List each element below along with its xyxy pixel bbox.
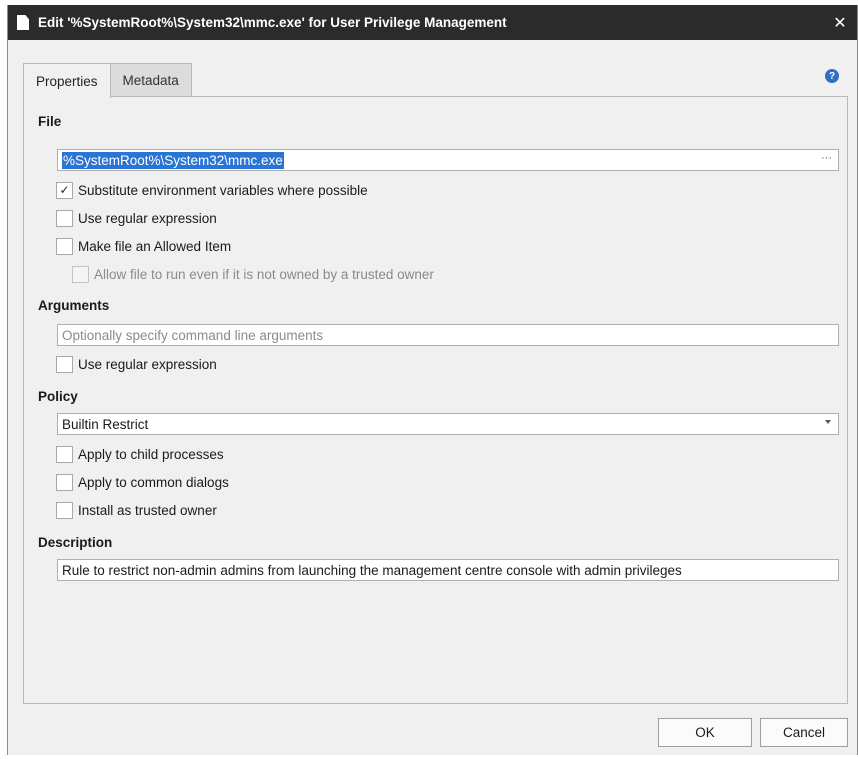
help-icon[interactable]: ? [825,69,839,83]
substitute-env-vars-label: Substitute environment variables where p… [78,182,368,198]
title-bar: Edit '%SystemRoot%\System32\mmc.exe' for… [8,5,857,40]
chevron-down-icon[interactable] [825,420,831,424]
cancel-button[interactable]: Cancel [760,718,848,747]
trusted-owner-checkbox[interactable] [56,501,73,519]
browse-button[interactable]: ··· [821,152,832,164]
untrusted-owner-label: Allow file to run even if it is not owne… [94,266,434,282]
untrusted-owner-checkbox [72,265,89,283]
description-value: Rule to restrict non-admin admins from l… [62,562,682,578]
trusted-owner-label: Install as trusted owner [78,502,217,518]
dialog-title: Edit '%SystemRoot%\System32\mmc.exe' for… [38,15,507,30]
allowed-item-option[interactable]: Make file an Allowed Item [56,235,231,257]
tab-properties[interactable]: Properties [23,63,111,98]
description-section-label: Description [38,535,113,550]
tab-metadata[interactable]: Metadata [110,63,192,97]
policy-selected-value: Builtin Restrict [62,416,149,432]
policy-dropdown[interactable]: Builtin Restrict [57,413,839,435]
file-path-input[interactable]: %SystemRoot%\System32\mmc.exe ··· [57,149,839,171]
allowed-item-checkbox[interactable] [56,237,73,255]
arguments-use-regex-option[interactable]: Use regular expression [56,353,217,375]
close-button[interactable]: ✕ [823,5,857,40]
file-use-regex-label: Use regular expression [78,210,217,226]
file-use-regex-checkbox[interactable] [56,209,73,227]
ok-button[interactable]: OK [658,718,752,747]
child-processes-option[interactable]: Apply to child processes [56,443,224,465]
file-path-value: %SystemRoot%\System32\mmc.exe [62,151,284,169]
common-dialogs-option[interactable]: Apply to common dialogs [56,471,229,493]
file-use-regex-option[interactable]: Use regular expression [56,207,217,229]
arguments-use-regex-label: Use regular expression [78,356,217,372]
child-processes-label: Apply to child processes [78,446,224,462]
document-icon [17,15,29,30]
arguments-use-regex-checkbox[interactable] [56,355,73,373]
substitute-env-vars-option[interactable]: ✓ Substitute environment variables where… [56,179,368,201]
description-input[interactable]: Rule to restrict non-admin admins from l… [57,559,839,581]
child-processes-checkbox[interactable] [56,445,73,463]
edit-rule-dialog: Edit '%SystemRoot%\System32\mmc.exe' for… [7,5,858,755]
substitute-env-vars-checkbox[interactable]: ✓ [56,181,73,199]
trusted-owner-option[interactable]: Install as trusted owner [56,499,217,521]
policy-section-label: Policy [38,389,78,404]
arguments-placeholder: Optionally specify command line argument… [62,327,324,343]
file-section-label: File [38,114,62,129]
properties-panel: File %SystemRoot%\System32\mmc.exe ··· ✓… [23,96,848,704]
allowed-item-label: Make file an Allowed Item [78,238,232,254]
arguments-input[interactable]: Optionally specify command line argument… [57,324,839,346]
common-dialogs-label: Apply to common dialogs [78,474,229,490]
untrusted-owner-option: Allow file to run even if it is not owne… [72,263,434,285]
tab-strip: Properties Metadata [23,63,192,98]
arguments-section-label: Arguments [38,298,110,313]
common-dialogs-checkbox[interactable] [56,473,73,491]
